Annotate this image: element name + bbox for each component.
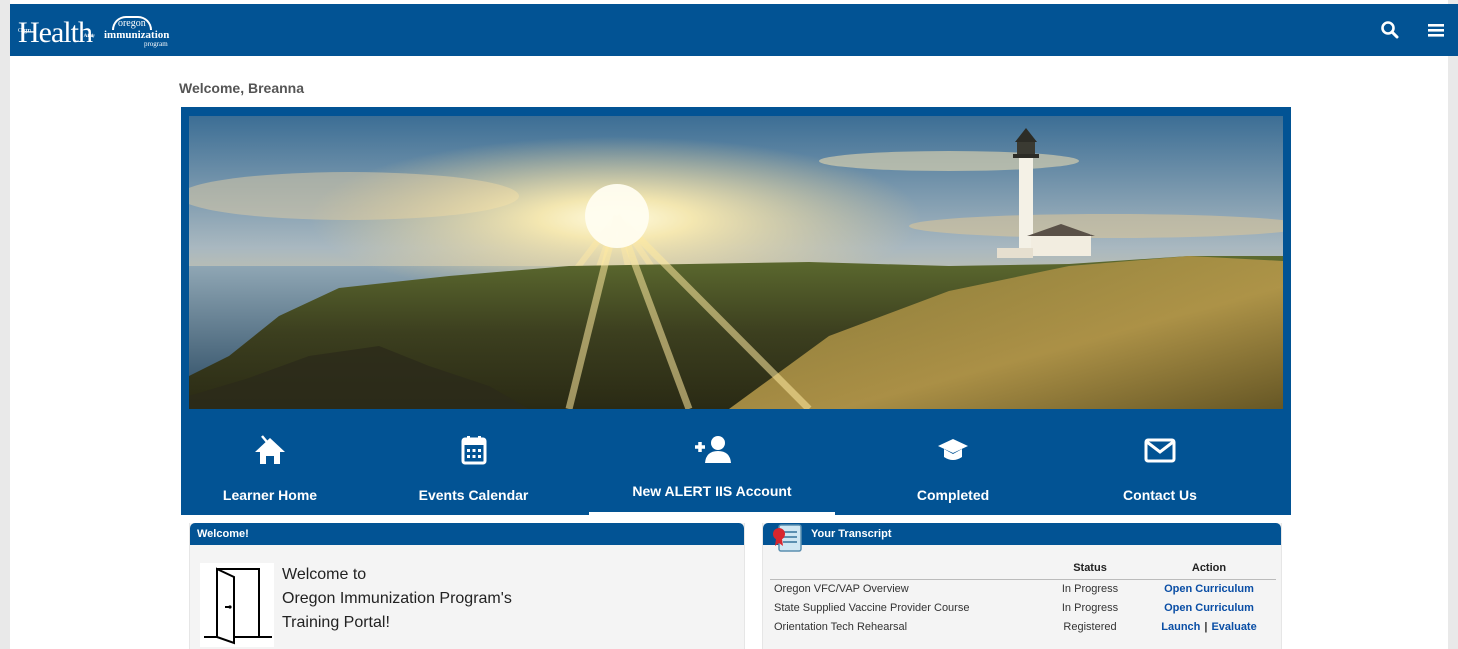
open-curriculum-link[interactable]: Open Curriculum	[1164, 602, 1254, 614]
transcript-item-status: In Progress	[1061, 582, 1119, 595]
transcript-icon	[773, 524, 802, 552]
nav-label: Events Calendar	[418, 487, 529, 503]
oip-logo: oregon immunization program	[104, 16, 170, 48]
oha-logo-authority-text: Authority	[83, 34, 95, 39]
open-curriculum-link[interactable]: Open Curriculum	[1164, 583, 1254, 595]
nav-label: New ALERT IIS Account	[632, 483, 792, 499]
search-icon[interactable]	[1380, 20, 1400, 40]
transcript-item-status: Registered	[1063, 620, 1117, 633]
nav-label: Learner Home	[222, 487, 318, 503]
nav-events-calendar[interactable]: Events Calendar	[386, 417, 561, 515]
home-icon	[255, 435, 285, 464]
envelope-icon	[1144, 438, 1176, 463]
hero-banner: Learner Home Events Calendar New ALERT I…	[181, 107, 1291, 515]
transcript-row: State Supplied Vaccine Provider Course I…	[770, 598, 1276, 617]
action-separator: |	[1204, 620, 1208, 633]
transcript-item-name: Oregon VFC/VAP Overview	[774, 582, 909, 595]
welcome-line: Welcome to	[282, 566, 367, 583]
evaluate-link[interactable]: Evaluate	[1211, 621, 1256, 633]
nav-contact-us[interactable]: Contact Us	[1073, 417, 1247, 515]
transcript-header-row: Status Action	[770, 557, 1276, 580]
add-user-icon	[695, 436, 731, 463]
transcript-item-action: Open Curriculum	[1142, 579, 1276, 598]
main-navigation: Learner Home Events Calendar New ALERT I…	[181, 417, 1291, 515]
transcript-status-header: Status	[1038, 557, 1142, 580]
welcome-line: Training Portal!	[282, 614, 390, 631]
nav-new-alert-iis-account[interactable]: New ALERT IIS Account	[589, 417, 835, 515]
transcript-item-action: Open Curriculum	[1142, 598, 1276, 617]
transcript-item-status: In Progress	[1061, 601, 1119, 614]
transcript-item-name: Orientation Tech Rehearsal	[774, 620, 908, 633]
nav-learner-home[interactable]: Learner Home	[181, 417, 359, 515]
transcript-action-header: Action	[1142, 557, 1276, 580]
transcript-item-action: Launch | Evaluate	[1142, 617, 1276, 636]
welcome-greeting: Welcome, Breanna	[179, 80, 305, 96]
top-navigation-bar: Oregon Health Authority oregon immunizat…	[10, 4, 1458, 56]
hamburger-menu-icon[interactable]	[1426, 20, 1446, 40]
transcript-row: Oregon VFC/VAP Overview In Progress Open…	[770, 579, 1276, 598]
site-logo[interactable]: Oregon Health Authority oregon immunizat…	[18, 12, 170, 48]
graduation-cap-icon	[938, 439, 968, 460]
oha-logo-oregon-text: Oregon	[18, 28, 31, 34]
oip-logo-program-text: program	[143, 40, 168, 48]
transcript-item-name: State Supplied Vaccine Provider Course	[774, 601, 970, 614]
transcript-table: Status Action Oregon VFC/VAP Overview In…	[770, 557, 1276, 636]
nav-label: Contact Us	[1123, 487, 1197, 503]
left-gutter	[0, 0, 10, 649]
transcript-panel: Your Transcript Status Action Oregon VFC…	[762, 523, 1282, 649]
oha-logo: Oregon Health Authority	[18, 18, 95, 48]
calendar-icon	[461, 436, 486, 465]
nav-completed[interactable]: Completed	[866, 417, 1040, 515]
welcome-panel-title: Welcome!	[190, 523, 744, 545]
welcome-message: Welcome to Oregon Immunization Program's…	[282, 563, 512, 635]
nav-label: Completed	[916, 487, 990, 503]
door-icon	[200, 563, 274, 647]
welcome-line: Oregon Immunization Program's	[282, 590, 512, 607]
transcript-name-header	[770, 557, 1038, 580]
right-gutter	[1448, 0, 1458, 649]
welcome-panel: Welcome! Welcome to Oregon Immunization …	[189, 523, 745, 649]
oip-logo-oregon-text: oregon	[117, 18, 146, 29]
lighthouse-hero-image	[189, 116, 1283, 409]
transcript-row: Orientation Tech Rehearsal Registered La…	[770, 617, 1276, 636]
launch-link[interactable]: Launch	[1161, 621, 1200, 633]
transcript-panel-title: Your Transcript	[763, 523, 1281, 545]
